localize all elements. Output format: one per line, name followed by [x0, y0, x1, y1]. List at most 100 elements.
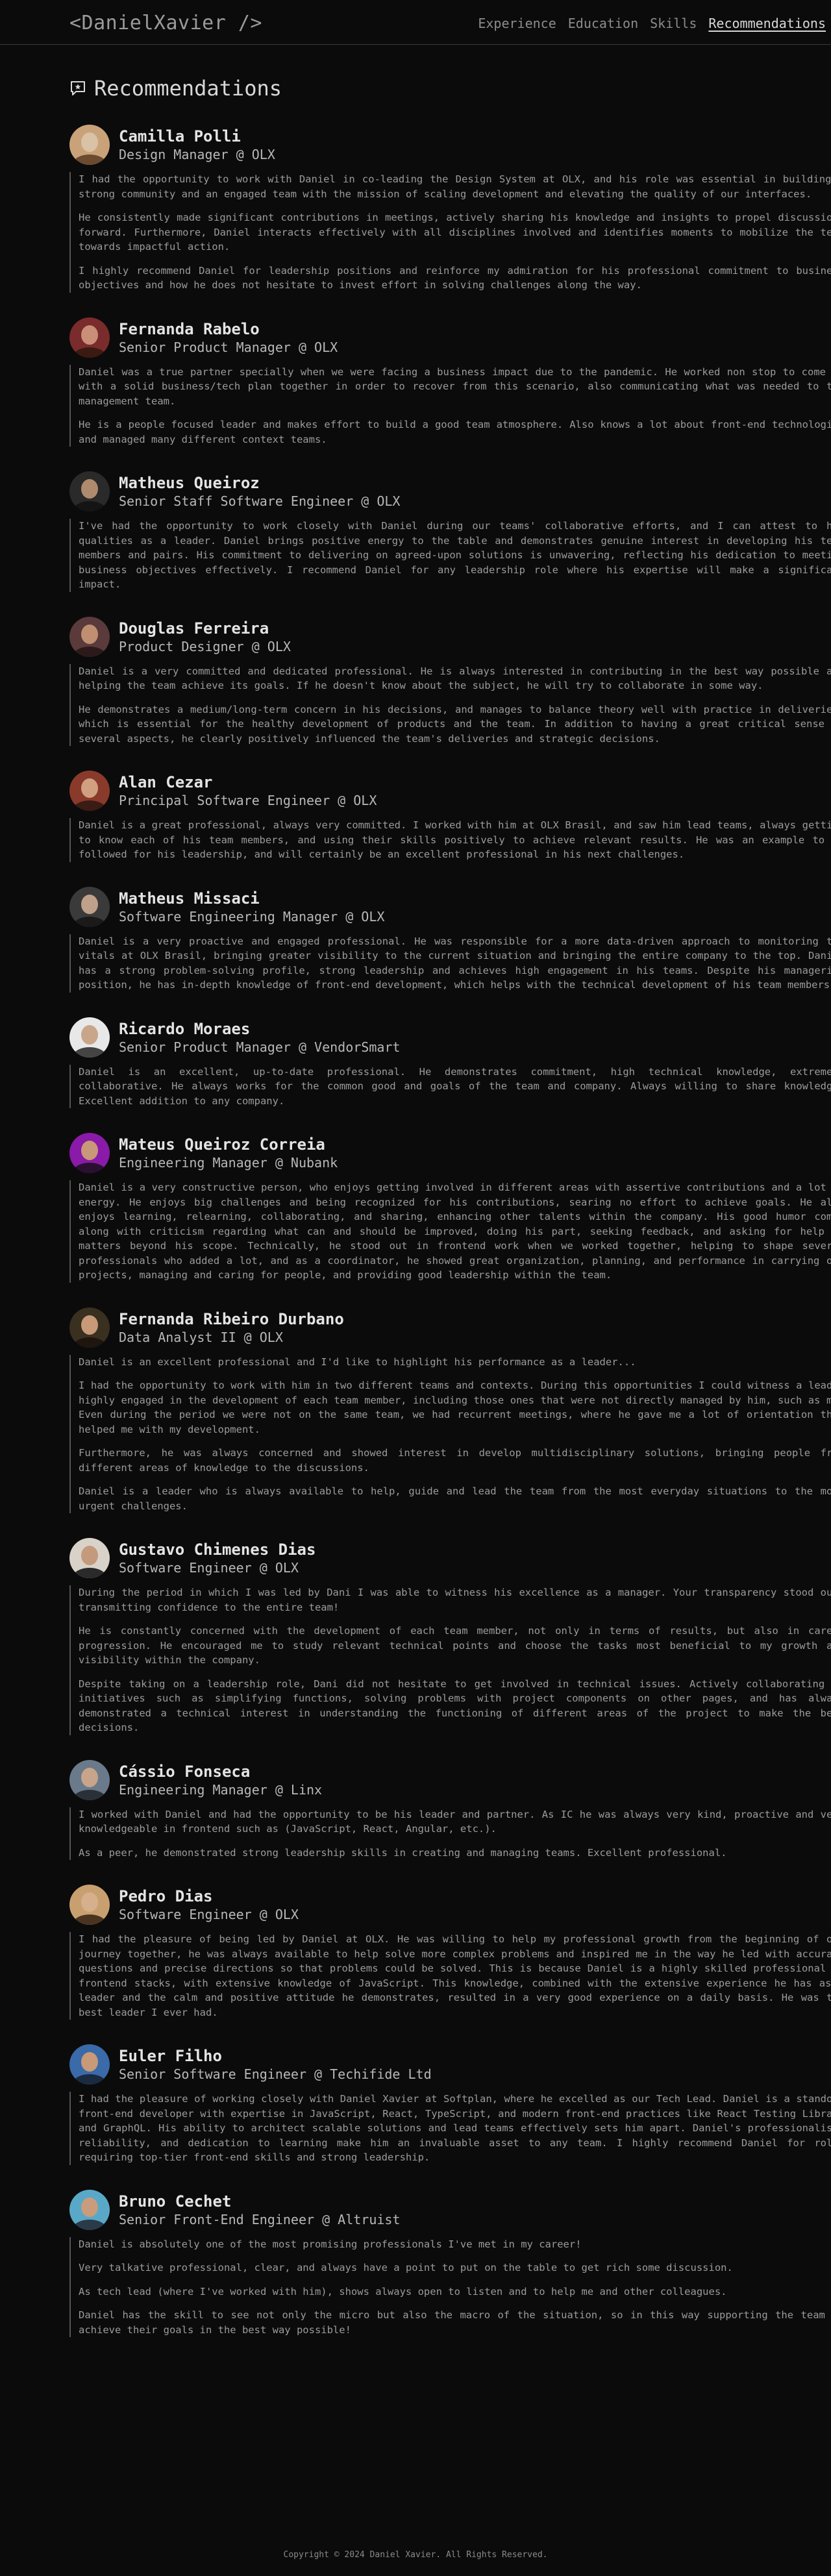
- recommender-name: Bruno Cechet: [119, 2192, 232, 2211]
- recommendation-card: Mateus Queiroz Correia Engineering Manage…: [69, 1132, 831, 1283]
- recommender-info: Ricardo Moraes Senior Product Manager @ V…: [119, 1019, 400, 1056]
- recommendation-text: During the period in which I was led by …: [69, 1585, 831, 1735]
- avatar: [69, 886, 110, 927]
- nav-link-recommendations[interactable]: Recommendations: [708, 16, 826, 31]
- recommendation-paragraph: He is a people focused leader and makes …: [79, 419, 831, 445]
- section-heading: Recommendations: [69, 76, 831, 101]
- recommendation-header: Camilla Polli Design Manager @ OLX: [69, 124, 831, 166]
- recommender-role: Software Engineer @ OLX: [119, 1560, 299, 1576]
- recommender-name: Douglas Ferreira: [119, 619, 269, 638]
- recommendation-paragraph: I had the opportunity to work with Danie…: [79, 173, 831, 200]
- recommendation-card: Matheus Queiroz Senior Staff Software Eng…: [69, 471, 831, 592]
- recommendation-card: Euler Filho Senior Software Engineer @ Te…: [69, 2044, 831, 2165]
- recommender-role: Principal Software Engineer @ OLX: [119, 793, 377, 808]
- recommendation-card: Douglas Ferreira Product Designer @ OLX Da…: [69, 616, 831, 746]
- recommendation-header: Ricardo Moraes Senior Product Manager @ V…: [69, 1017, 831, 1058]
- recommendation-header: Pedro Dias Software Engineer @ OLX: [69, 1884, 831, 1926]
- recommendation-header: Douglas Ferreira Product Designer @ OLX: [69, 616, 831, 658]
- recommendation-paragraph: Furthermore, he was always concerned and…: [79, 1447, 831, 1474]
- recommendation-paragraph: He is constantly concerned with the deve…: [79, 1625, 831, 1666]
- recommendation-header: Fernanda Rabelo Senior Product Manager @ …: [69, 317, 831, 358]
- recommender-info: Camilla Polli Design Manager @ OLX: [119, 127, 275, 163]
- recommendation-paragraph: Very talkative professional, clear, and …: [79, 2262, 733, 2273]
- site-logo[interactable]: <DanielXavier />: [69, 12, 262, 34]
- recommendations-section: Recommendations Camilla Polli Design Mana…: [0, 45, 831, 2361]
- nav-link-education[interactable]: Education: [568, 16, 638, 31]
- recommender-role: Senior Product Manager @ VendorSmart: [119, 1039, 401, 1055]
- recommender-info: Fernanda Ribeiro Durbano Data Analyst II …: [119, 1309, 344, 1346]
- recommendation-header: Mateus Queiroz Correia Engineering Manage…: [69, 1132, 831, 1174]
- recommendation-text: I worked with Daniel and had the opportu…: [69, 1807, 831, 1860]
- avatar: [69, 1017, 110, 1058]
- recommendation-paragraph: Daniel is a great professional, always v…: [79, 819, 831, 860]
- recommender-role: Software Engineering Manager @ OLX: [119, 908, 385, 924]
- recommendation-paragraph: I had the opportunity to work with him i…: [79, 1380, 831, 1435]
- recommendation-text: I had the pleasure of being led by Danie…: [69, 1932, 831, 2020]
- recommender-role: Senior Front-End Engineer @ Altruist: [119, 2211, 401, 2227]
- recommender-name: Fernanda Ribeiro Durbano: [119, 1309, 344, 1328]
- recommendation-card: Matheus Missaci Software Engineering Mana…: [69, 886, 831, 993]
- avatar: [69, 771, 110, 811]
- recommender-info: Bruno Cechet Senior Front-End Engineer @ …: [119, 2192, 400, 2228]
- avatar: [69, 1133, 110, 1173]
- recommendation-header: Gustavo Chimenes Dias Software Engineer @…: [69, 1537, 831, 1579]
- site-footer: Copyright © 2024 Daniel Xavier. All Righ…: [283, 2550, 548, 2560]
- recommendation-text: I had the opportunity to work with Danie…: [69, 172, 831, 293]
- recommendation-card: Cássio Fonseca Engineering Manager @ Linx…: [69, 1759, 831, 1860]
- recommendation-paragraph: Daniel has the skill to see not only the…: [79, 2309, 831, 2336]
- recommendation-header: Matheus Queiroz Senior Staff Software Eng…: [69, 471, 831, 512]
- recommendation-paragraph: Daniel is a very committed and dedicated…: [79, 665, 831, 692]
- nav-link-skills[interactable]: Skills: [650, 16, 697, 31]
- recommender-role: Data Analyst II @ OLX: [119, 1329, 283, 1345]
- recommender-name: Cássio Fonseca: [119, 1762, 251, 1781]
- recommendation-paragraph: Despite taking on a leadership role, Dan…: [79, 1678, 831, 1734]
- recommender-role: Senior Product Manager @ OLX: [119, 339, 338, 355]
- recommendation-card: Fernanda Rabelo Senior Product Manager @ …: [69, 317, 831, 447]
- recommendation-header: Fernanda Ribeiro Durbano Data Analyst II …: [69, 1307, 831, 1348]
- recommender-info: Alan Cezar Principal Software Engineer @ …: [119, 773, 377, 809]
- recommendation-paragraph: Daniel is a leader who is always availab…: [79, 1485, 831, 1512]
- recommendation-paragraph: During the period in which I was led by …: [79, 1587, 831, 1613]
- recommender-role: Engineering Manager @ Nubank: [119, 1155, 338, 1170]
- recommendation-paragraph: As tech lead (where I've worked with him…: [79, 2285, 727, 2297]
- recommendation-card: Camilla Polli Design Manager @ OLX I had t…: [69, 124, 831, 293]
- site-header: <DanielXavier /> Experience Education Sk…: [0, 0, 831, 45]
- recommender-name: Matheus Missaci: [119, 889, 260, 908]
- nav-link-experience[interactable]: Experience: [478, 16, 556, 31]
- avatar: [69, 471, 110, 512]
- recommender-name: Pedro Dias: [119, 1887, 213, 1905]
- recommendation-paragraph: I worked with Daniel and had the opportu…: [79, 1808, 831, 1835]
- recommender-role: Senior Software Engineer @ Techifide Ltd: [119, 2066, 432, 2082]
- recommender-info: Fernanda Rabelo Senior Product Manager @ …: [119, 319, 338, 356]
- recommendation-paragraph: As a peer, he demonstrated strong leader…: [79, 1846, 727, 1859]
- recommender-role: Product Designer @ OLX: [119, 638, 291, 654]
- avatar: [69, 2189, 110, 2230]
- recommendation-text: Daniel is an excellent, up-to-date profe…: [69, 1064, 831, 1108]
- recommender-info: Matheus Queiroz Senior Staff Software Eng…: [119, 473, 400, 510]
- avatar: [69, 1538, 110, 1578]
- recommendation-text: I had the pleasure of working closely wi…: [69, 2092, 831, 2165]
- recommender-name: Alan Cezar: [119, 773, 213, 791]
- recommender-info: Euler Filho Senior Software Engineer @ Te…: [119, 2046, 432, 2083]
- recommendation-text: Daniel is a very proactive and engaged p…: [69, 934, 831, 993]
- recommender-info: Gustavo Chimenes Dias Software Engineer @…: [119, 1540, 316, 1576]
- recommendation-header: Bruno Cechet Senior Front-End Engineer @ …: [69, 2189, 831, 2231]
- recommendation-paragraph: Daniel is a very constructive person, wh…: [79, 1182, 831, 1281]
- recommender-name: Fernanda Rabelo: [119, 319, 260, 338]
- avatar: [69, 125, 110, 165]
- recommendation-paragraph: He demonstrates a medium/long-term conce…: [79, 703, 831, 745]
- recommendation-card: Bruno Cechet Senior Front-End Engineer @ …: [69, 2189, 831, 2337]
- chat-bubble-star-icon: [69, 80, 86, 97]
- recommender-info: Cássio Fonseca Engineering Manager @ Linx: [119, 1762, 322, 1798]
- recommendation-text: Daniel is absolutely one of the most pro…: [69, 2236, 831, 2337]
- recommendation-paragraph: Daniel is an excellent, up-to-date profe…: [79, 1065, 831, 1107]
- recommendation-paragraph: I had the pleasure of being led by Danie…: [79, 1933, 831, 2018]
- avatar: [69, 2044, 110, 2085]
- recommender-name: Euler Filho: [119, 2047, 222, 2065]
- recommendation-header: Alan Cezar Principal Software Engineer @ …: [69, 770, 831, 811]
- recommender-name: Mateus Queiroz Correia: [119, 1135, 325, 1154]
- recommendations-list: Camilla Polli Design Manager @ OLX I had t…: [69, 124, 831, 2337]
- recommender-role: Senior Staff Software Engineer @ OLX: [119, 493, 401, 509]
- main-nav: Experience Education Skills Recommendati…: [478, 16, 826, 31]
- avatar: [69, 1307, 110, 1348]
